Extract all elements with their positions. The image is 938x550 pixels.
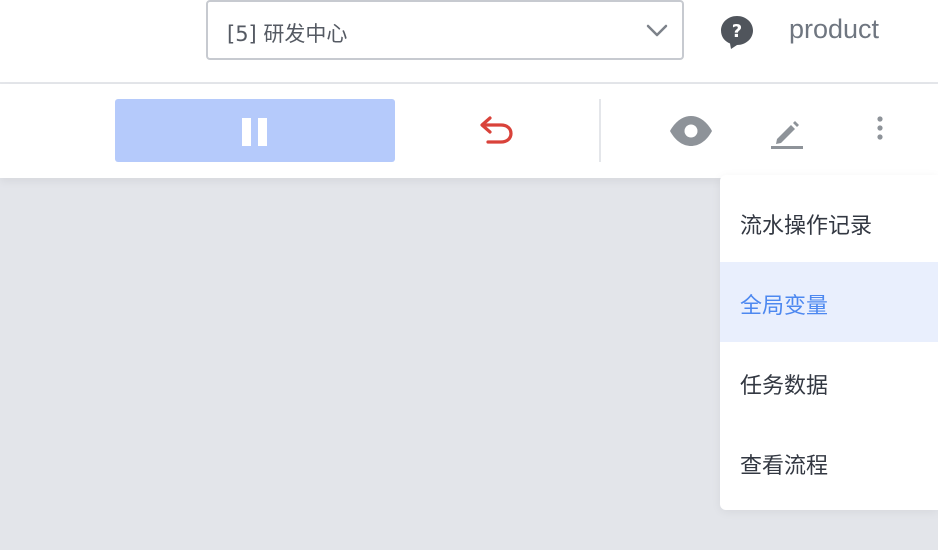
menu-item-label: 任务数据 (740, 374, 829, 399)
toolbar-divider (599, 99, 601, 162)
more-dropdown-menu: 流水操作记录 全局变量 任务数据 查看流程 (720, 175, 938, 510)
pause-icon (242, 118, 267, 146)
menu-item-global-variables[interactable]: 全局变量 (720, 262, 938, 342)
question-bubble-icon[interactable]: ? (719, 14, 755, 50)
username[interactable]: product (789, 14, 879, 45)
svg-text:?: ? (732, 21, 742, 42)
edit-icon[interactable] (769, 115, 805, 151)
menu-item-label: 查看流程 (740, 454, 829, 479)
undo-icon[interactable] (476, 111, 516, 151)
toolbar (0, 84, 938, 178)
top-header: [5] 研发中心 ? product (0, 0, 938, 84)
chevron-down-icon (646, 24, 668, 37)
menu-item-task-data[interactable]: 任务数据 (720, 342, 938, 422)
pause-button[interactable] (115, 99, 395, 162)
project-select[interactable]: [5] 研发中心 (206, 0, 684, 60)
menu-item-label: 全局变量 (740, 294, 829, 319)
menu-item-label: 流水操作记录 (740, 214, 873, 239)
menu-item-operation-records[interactable]: 流水操作记录 (720, 182, 938, 262)
dropdown-caret (868, 162, 896, 176)
project-select-value: [5] 研发中心 (227, 22, 348, 46)
eye-icon[interactable] (668, 115, 714, 147)
more-vertical-icon[interactable] (870, 114, 890, 148)
menu-item-view-flow[interactable]: 查看流程 (720, 422, 938, 502)
